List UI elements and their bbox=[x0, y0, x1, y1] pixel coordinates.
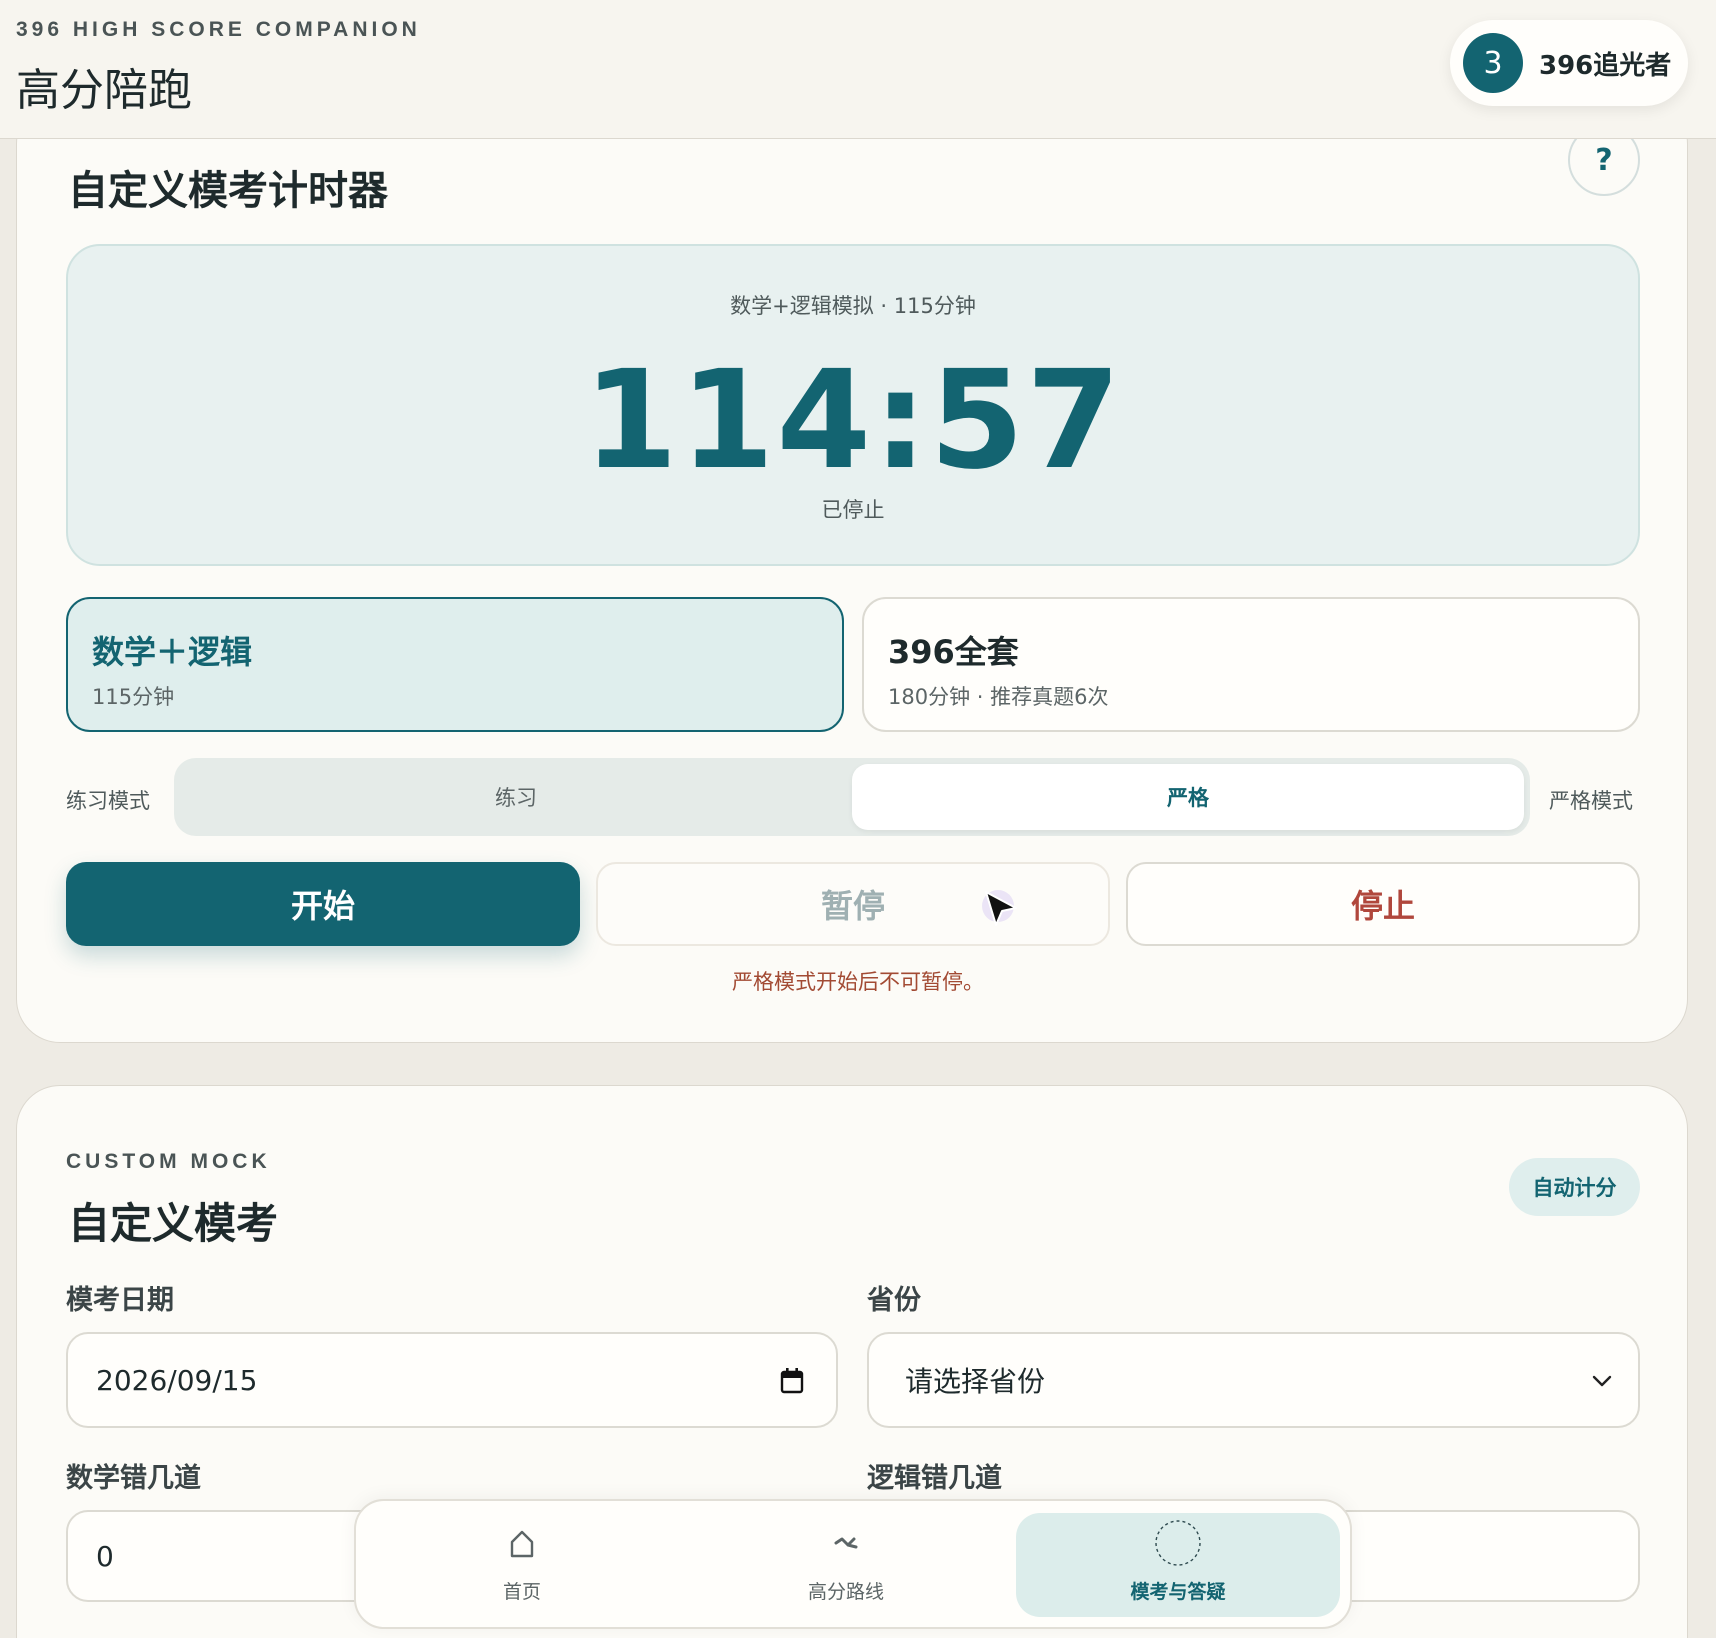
strict-mode-warning: 严格模式开始后不可暂停。 bbox=[732, 970, 984, 994]
user-name: 396追光者 bbox=[1539, 50, 1672, 81]
mock-date-input[interactable]: 2026/09/15 bbox=[66, 1332, 838, 1428]
home-icon bbox=[510, 1530, 534, 1558]
preset-name: 396全套 bbox=[888, 633, 1019, 671]
mock-date-value: 2026/09/15 bbox=[96, 1363, 258, 1397]
preset-full-396[interactable]: 396全套 180分钟 · 推荐真题6次 bbox=[862, 597, 1640, 732]
nav-label: 首页 bbox=[502, 1581, 541, 1603]
bottom-navigation: 首页 高分路线 模考与答疑 bbox=[354, 1499, 1352, 1629]
preset-name: 数学＋逻辑 bbox=[92, 633, 253, 671]
user-level-badge: 3 bbox=[1463, 33, 1523, 93]
preset-desc: 115分钟 bbox=[92, 685, 175, 709]
brand-title: 高分陪跑 bbox=[16, 65, 192, 116]
preset-desc: 180分钟 · 推荐真题6次 bbox=[888, 685, 1109, 709]
mode-toggle: 练习 严格 bbox=[174, 758, 1530, 836]
pause-button[interactable]: 暂停 bbox=[596, 862, 1110, 946]
route-icon bbox=[834, 1537, 858, 1549]
province-label: 省份 bbox=[867, 1285, 921, 1316]
loading-circle-icon bbox=[1155, 1520, 1201, 1566]
mock-title: 自定义模考 bbox=[68, 1199, 279, 1248]
province-placeholder: 请选择省份 bbox=[905, 1365, 1046, 1398]
practice-mode-label: 练习模式 bbox=[66, 789, 150, 813]
mode-option-strict[interactable]: 严格 bbox=[852, 764, 1524, 830]
math-errors-value: 0 bbox=[96, 1539, 114, 1573]
timer-status: 已停止 bbox=[821, 498, 885, 522]
calendar-icon[interactable] bbox=[780, 1368, 804, 1394]
nav-item-mock-qa[interactable]: 模考与答疑 bbox=[1016, 1513, 1340, 1617]
nav-item-home[interactable]: 首页 bbox=[360, 1513, 684, 1617]
strict-mode-label: 严格模式 bbox=[1549, 789, 1633, 813]
timer-display: 数学+逻辑模拟 · 115分钟 114:57 已停止 bbox=[66, 244, 1640, 566]
auto-score-badge: 自动计分 bbox=[1509, 1158, 1640, 1216]
timer-countdown: 114:57 bbox=[583, 342, 1123, 500]
nav-item-route[interactable]: 高分路线 bbox=[684, 1513, 1008, 1617]
mock-eyebrow: CUSTOM MOCK bbox=[66, 1150, 271, 1173]
timer-subtitle: 数学+逻辑模拟 · 115分钟 bbox=[730, 294, 976, 318]
app-header: 396 HIGH SCORE COMPANION 高分陪跑 3 396追光者 bbox=[0, 0, 1716, 139]
timer-section-title: 自定义模考计时器 bbox=[68, 168, 388, 214]
user-profile-chip[interactable]: 3 396追光者 bbox=[1450, 20, 1688, 106]
logic-errors-label: 逻辑错几道 bbox=[867, 1463, 1002, 1494]
preset-math-logic[interactable]: 数学＋逻辑 115分钟 bbox=[66, 597, 844, 732]
brand-subtitle: 396 HIGH SCORE COMPANION bbox=[16, 18, 421, 41]
mock-date-label: 模考日期 bbox=[66, 1285, 174, 1316]
stop-button[interactable]: 停止 bbox=[1126, 862, 1640, 946]
mouse-cursor-icon bbox=[982, 890, 1017, 926]
math-errors-label: 数学错几道 bbox=[66, 1463, 201, 1494]
mode-option-practice[interactable]: 练习 bbox=[180, 764, 852, 830]
start-button[interactable]: 开始 bbox=[66, 862, 580, 946]
chevron-down-icon bbox=[1592, 1375, 1612, 1387]
nav-label: 模考与答疑 bbox=[1130, 1581, 1226, 1603]
province-select[interactable]: 请选择省份 bbox=[867, 1332, 1640, 1428]
nav-label: 高分路线 bbox=[807, 1581, 884, 1603]
